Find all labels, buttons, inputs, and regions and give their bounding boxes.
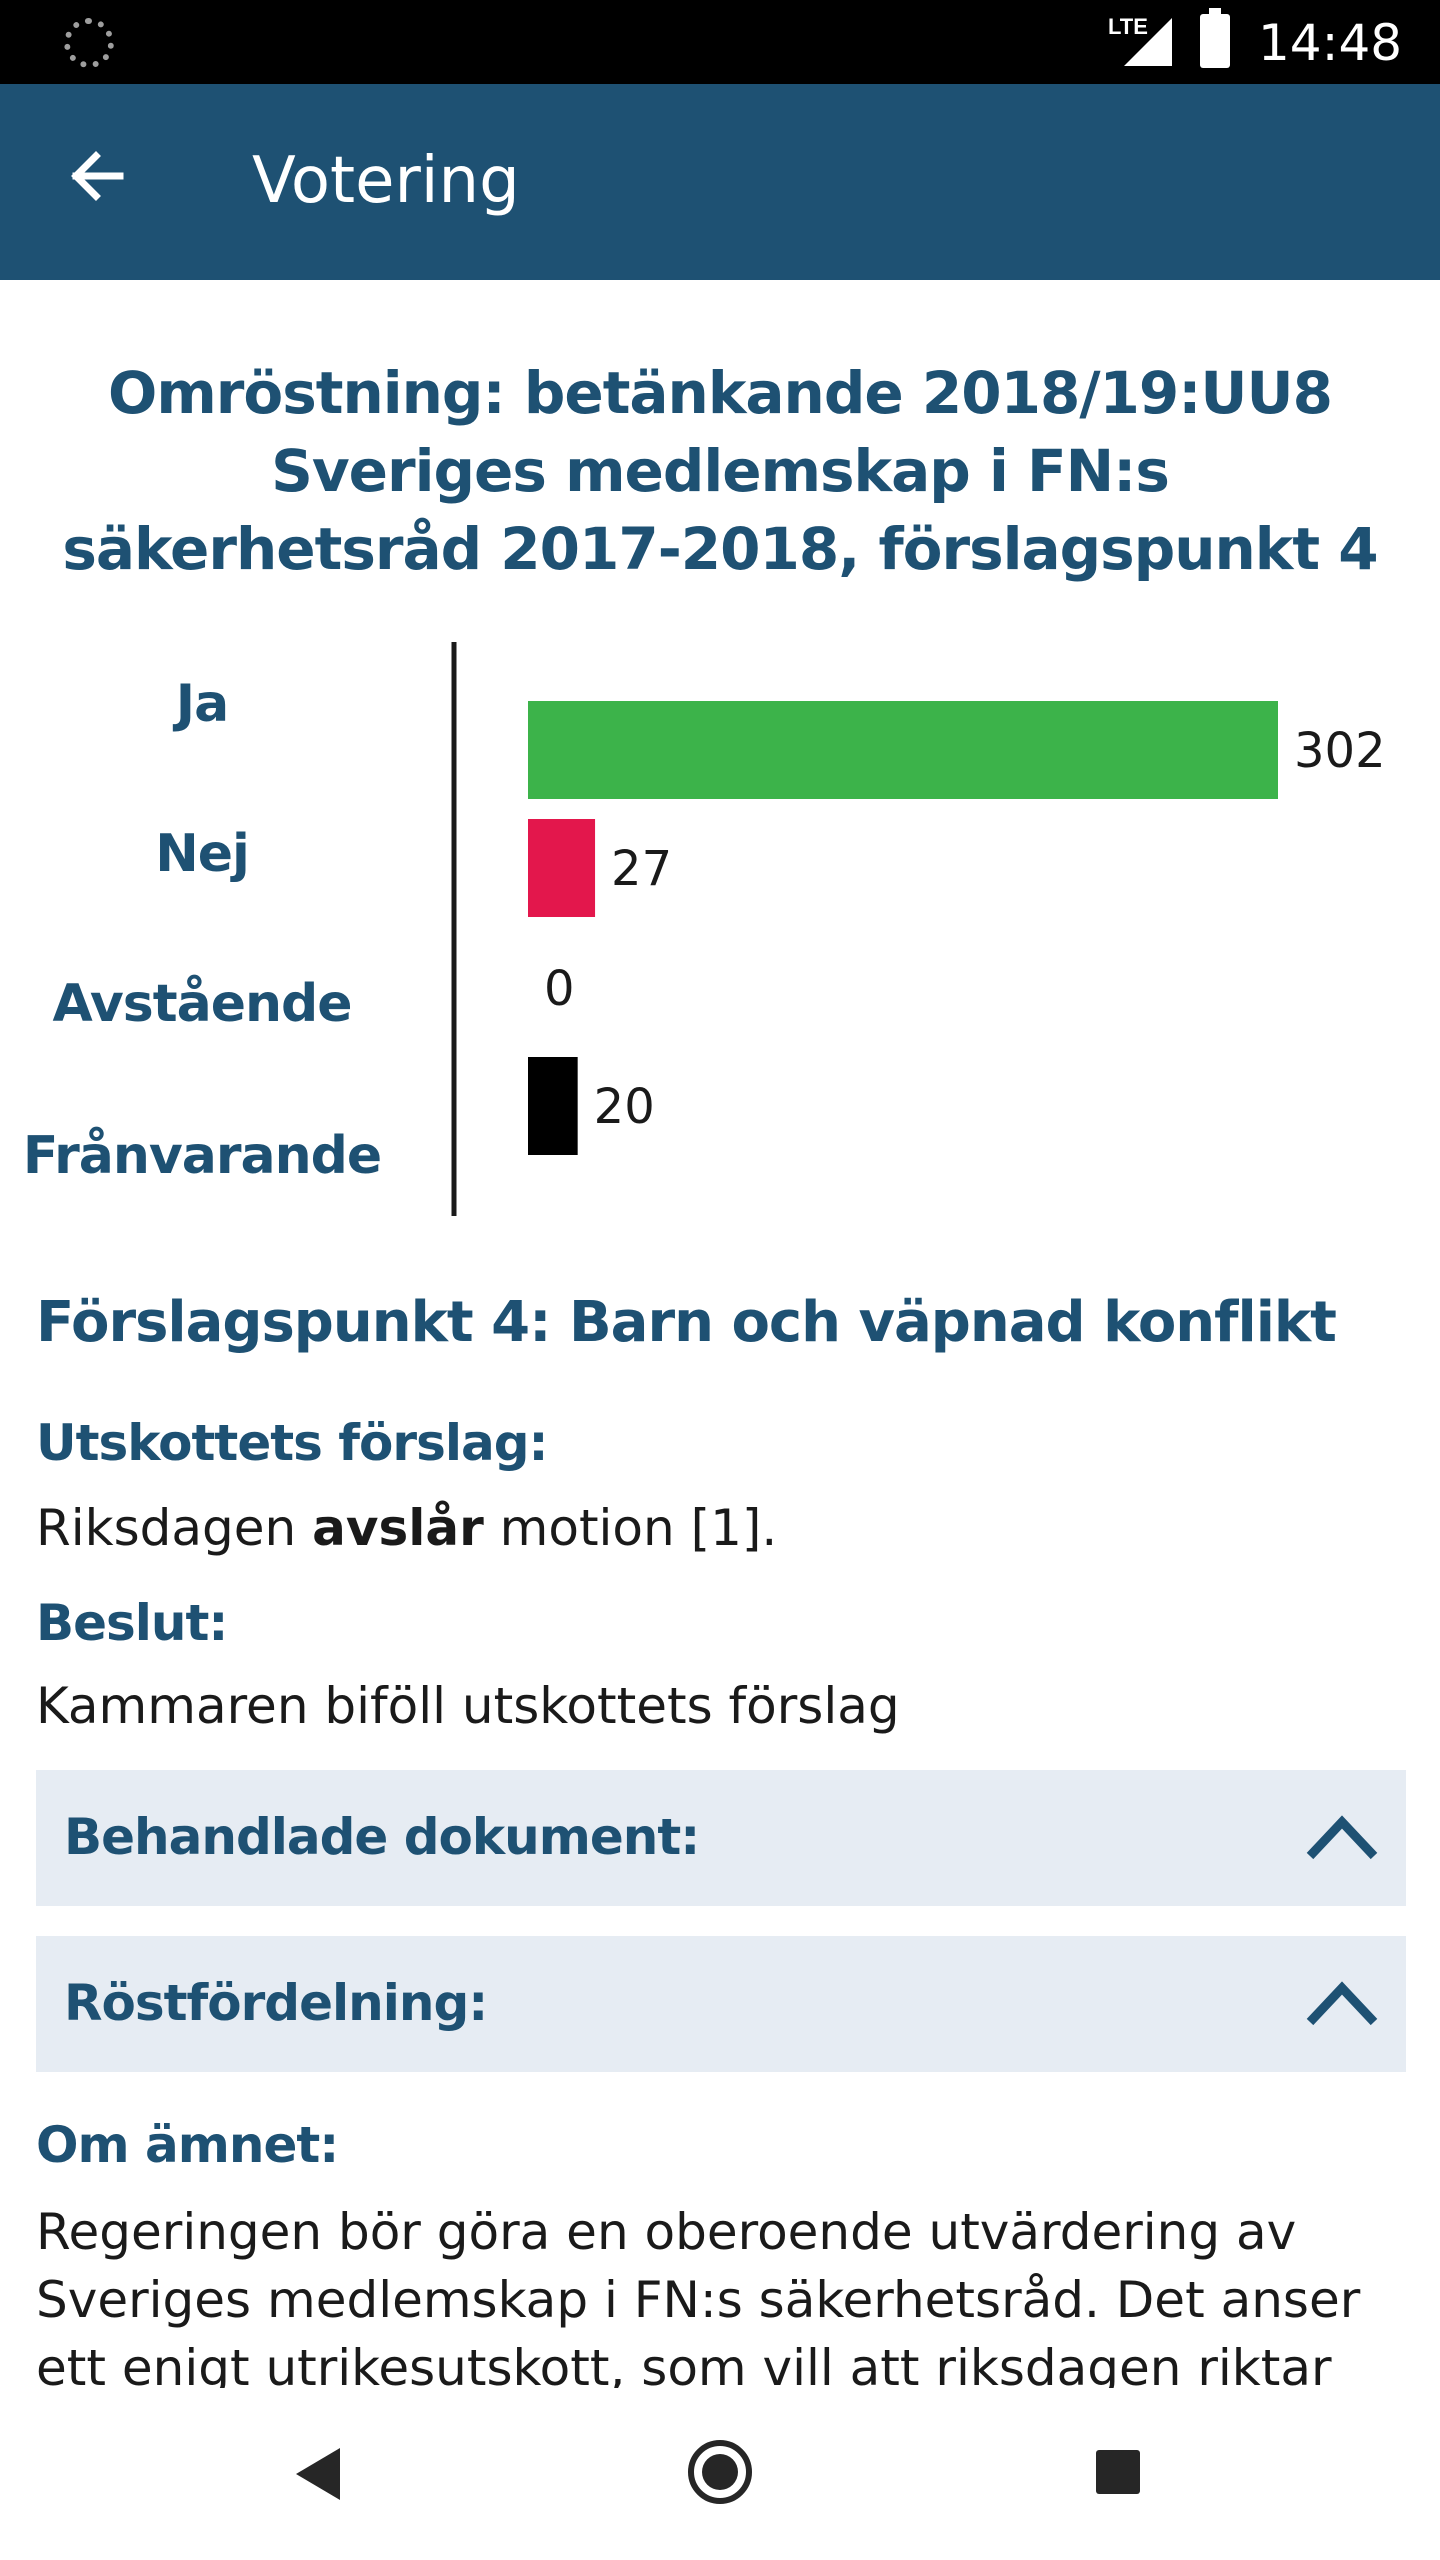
chart-bar-ja — [528, 701, 1278, 799]
proposal-text-post: motion [1]. — [483, 1499, 778, 1557]
back-button[interactable] — [58, 136, 138, 216]
app-bar: Votering — [0, 84, 1440, 280]
vote-chart: Ja Nej Avstående Frånvarande 302 27 0 20 — [0, 640, 1440, 1220]
nav-back-icon[interactable] — [296, 2448, 340, 2500]
accordion-label: Röstfördelning: — [64, 1974, 488, 2032]
status-bar: LTE 14:48 — [0, 0, 1440, 84]
chart-bar-frånvarande — [528, 1057, 578, 1155]
page-title: Votering — [252, 144, 520, 218]
item-heading: Förslagspunkt 4: Barn och väpnad konflik… — [36, 1290, 1337, 1355]
accordion-label: Behandlade dokument: — [64, 1808, 700, 1866]
chevron-up-icon — [1306, 1815, 1378, 1860]
chart-value-label: 302 — [1294, 723, 1386, 779]
proposal-label: Utskottets förslag: — [36, 1414, 549, 1472]
accordion-documents[interactable]: Behandlade dokument: — [36, 1770, 1406, 1906]
chart-bar-nej — [528, 819, 596, 917]
about-text: Regeringen bör göra en oberoende utvärde… — [36, 2203, 1361, 2388]
arrow-left-icon — [71, 151, 124, 201]
battery-icon — [1200, 8, 1230, 68]
chevron-up-icon — [1306, 1981, 1378, 2026]
about-label: Om ämnet: — [36, 2116, 339, 2174]
signal-icon — [1124, 18, 1172, 66]
decision-text: Kammaren biföll utskottets förslag — [36, 1677, 900, 1735]
navigation-bar — [0, 2390, 1440, 2560]
decision-label: Beslut: — [36, 1594, 228, 1652]
chart-value-label: 20 — [594, 1079, 655, 1135]
loading-icon — [64, 18, 114, 68]
nav-recents-icon[interactable] — [1096, 2450, 1140, 2494]
chart-value-label: 27 — [611, 841, 672, 897]
accordion-vote-distribution[interactable]: Röstfördelning: — [36, 1936, 1406, 2072]
status-time: 14:48 — [1258, 14, 1403, 72]
chart-plot: 302 27 0 20 — [451, 642, 1386, 1216]
vote-title: Omröstning: betänkande 2018/19:UU8 Sveri… — [62, 359, 1378, 583]
chart-value-label: 0 — [544, 961, 575, 1017]
proposal-text-pre: Riksdagen — [36, 1499, 313, 1557]
proposal-text: Riksdagen avslår motion [1]. — [36, 1494, 1406, 1562]
proposal-text-bold: avslår — [312, 1499, 484, 1557]
nav-home-icon[interactable] — [688, 2440, 752, 2504]
